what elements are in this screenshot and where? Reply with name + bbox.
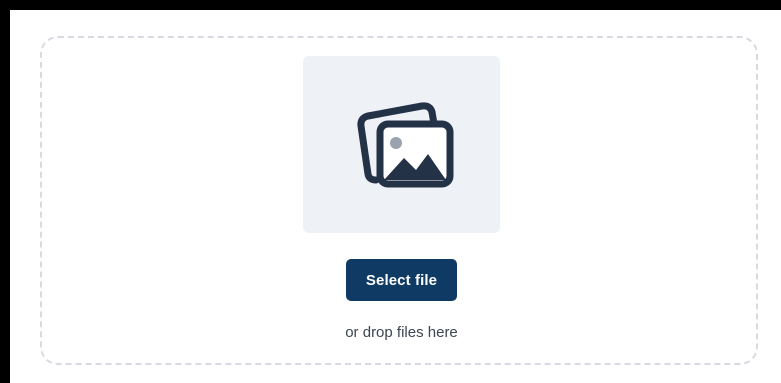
drop-hint-text: or drop files here [345, 324, 458, 341]
image-preview-placeholder [303, 56, 500, 233]
select-file-button[interactable]: Select file [346, 259, 457, 301]
images-icon [356, 101, 453, 187]
upload-panel: Select file or drop files here [10, 10, 781, 383]
